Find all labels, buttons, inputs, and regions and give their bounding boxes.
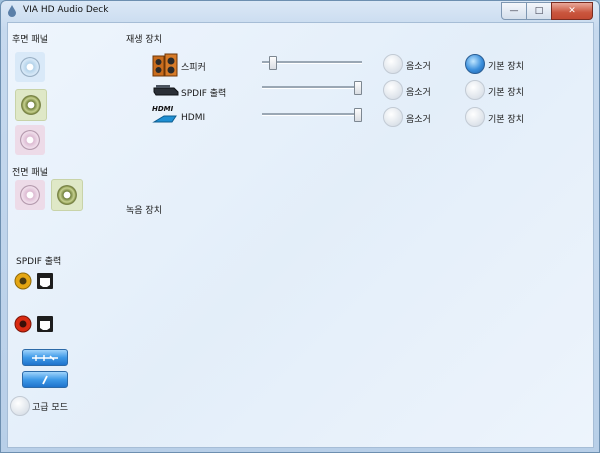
deck-panel: 후면 패널 전면 패널 SPDIF 출력 고급 모드 재생 장치 스피커 음소거… (7, 22, 594, 448)
jack-connector-icon (57, 185, 77, 205)
help-icon (42, 375, 48, 384)
rear-jack-blue[interactable] (15, 52, 45, 82)
optical-input-icon (37, 316, 53, 332)
info-button[interactable] (22, 371, 68, 388)
default-label-spdif: 기본 장치 (488, 88, 524, 98)
slider-track (262, 113, 362, 116)
mute-toggle-hdmi[interactable] (383, 107, 403, 127)
volume-slider-hdmi[interactable] (262, 108, 362, 122)
slider-thumb[interactable] (354, 108, 362, 122)
front-jack-green[interactable] (51, 179, 83, 211)
front-panel-label: 전면 패널 (12, 168, 48, 178)
coaxial-output-icon (14, 272, 32, 290)
device-name-speaker: 스피커 (181, 63, 206, 73)
tools-icon (32, 354, 58, 361)
caption-buttons: — □ ✕ (501, 2, 593, 20)
mute-label-hdmi: 음소거 (406, 115, 431, 125)
coaxial-input-icon (14, 315, 32, 333)
jack-connector-icon (21, 95, 41, 115)
mute-label-speaker: 음소거 (406, 62, 431, 72)
advanced-mode-radio[interactable] (10, 396, 30, 416)
speaker-icon (152, 53, 178, 77)
title-bar: VIA HD Audio Deck — □ ✕ (1, 1, 599, 21)
spdif-output-label: SPDIF 출력 (16, 257, 62, 267)
recording-devices-label: 녹음 장치 (126, 206, 162, 216)
hdmi-logo-text: HDMI (152, 105, 174, 113)
optical-output-icon (37, 273, 53, 289)
default-device-radio-hdmi[interactable] (465, 107, 485, 127)
window-title: VIA HD Audio Deck (23, 5, 109, 15)
slider-track (262, 61, 362, 64)
default-device-radio-speaker[interactable] (465, 54, 485, 74)
app-logo-icon (8, 5, 16, 17)
app-window: VIA HD Audio Deck — □ ✕ 후면 패널 전면 패널 SPDI… (0, 0, 600, 453)
jack-connector-icon (20, 57, 40, 77)
jack-connector-icon (20, 130, 40, 150)
jack-connector-icon (20, 185, 40, 205)
volume-slider-speaker[interactable] (262, 56, 362, 70)
default-label-hdmi: 기본 장치 (488, 115, 524, 125)
slider-thumb[interactable] (354, 81, 362, 95)
slider-track (262, 86, 362, 89)
minimize-button[interactable]: — (501, 2, 527, 20)
hdmi-cable-icon (152, 115, 177, 123)
rear-panel-label: 후면 패널 (12, 35, 48, 45)
default-label-speaker: 기본 장치 (488, 62, 524, 72)
hdmi-icon: HDMI (152, 105, 180, 127)
spdif-device-icon (153, 85, 179, 96)
mute-toggle-spdif[interactable] (383, 80, 403, 100)
mute-toggle-speaker[interactable] (383, 54, 403, 74)
front-jack-pink[interactable] (15, 180, 45, 210)
rear-jack-green[interactable] (15, 89, 47, 121)
close-button[interactable]: ✕ (551, 2, 593, 20)
slider-thumb[interactable] (269, 56, 277, 70)
rear-jack-pink[interactable] (15, 125, 45, 155)
device-name-spdif: SPDIF 출력 (181, 89, 227, 99)
default-device-radio-spdif[interactable] (465, 80, 485, 100)
device-name-hdmi: HDMI (181, 113, 206, 123)
playback-devices-label: 재생 장치 (126, 35, 162, 45)
advanced-mode-label: 고급 모드 (32, 403, 68, 413)
volume-slider-spdif[interactable] (262, 81, 362, 95)
mute-label-spdif: 음소거 (406, 88, 431, 98)
maximize-button[interactable]: □ (526, 2, 552, 20)
connector-settings-button[interactable] (22, 349, 68, 366)
